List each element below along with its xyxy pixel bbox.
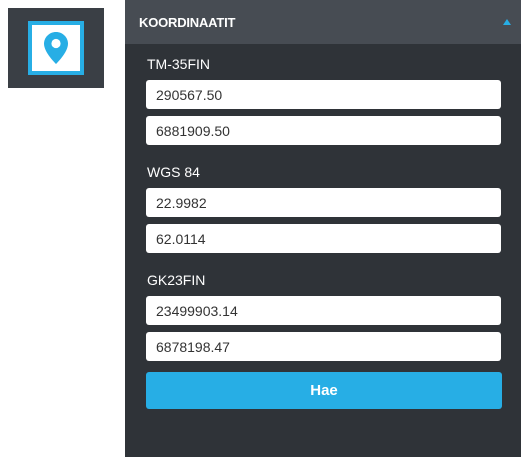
section-wgs84: WGS 84 [146,162,501,253]
location-tool-frame [28,21,84,75]
section-tm35fin: TM-35FIN [146,54,501,145]
gk23fin-y-input[interactable] [146,332,501,361]
wgs84-lon-input[interactable] [146,188,501,217]
search-button[interactable]: Hae [146,372,502,409]
location-tool-button[interactable] [8,8,104,88]
section-label: GK23FIN [147,272,206,288]
caret-up-icon[interactable] [503,19,511,25]
panel-title: KOORDINAATIT [139,14,236,30]
panel-header[interactable]: KOORDINAATIT [125,0,521,44]
section-gk23fin: GK23FIN [146,270,501,361]
map-pin-icon [44,32,68,64]
tm35fin-x-input[interactable] [146,80,501,109]
gk23fin-x-input[interactable] [146,296,501,325]
tm35fin-y-input[interactable] [146,116,501,145]
section-label: TM-35FIN [147,56,210,72]
section-label: WGS 84 [147,164,200,180]
panel-body: TM-35FIN WGS 84 GK23FIN Hae [125,44,521,409]
wgs84-lat-input[interactable] [146,224,501,253]
page: KOORDINAATIT TM-35FIN WGS 84 GK23FIN Hae [0,0,521,457]
coordinates-panel: KOORDINAATIT TM-35FIN WGS 84 GK23FIN Hae [125,0,521,457]
